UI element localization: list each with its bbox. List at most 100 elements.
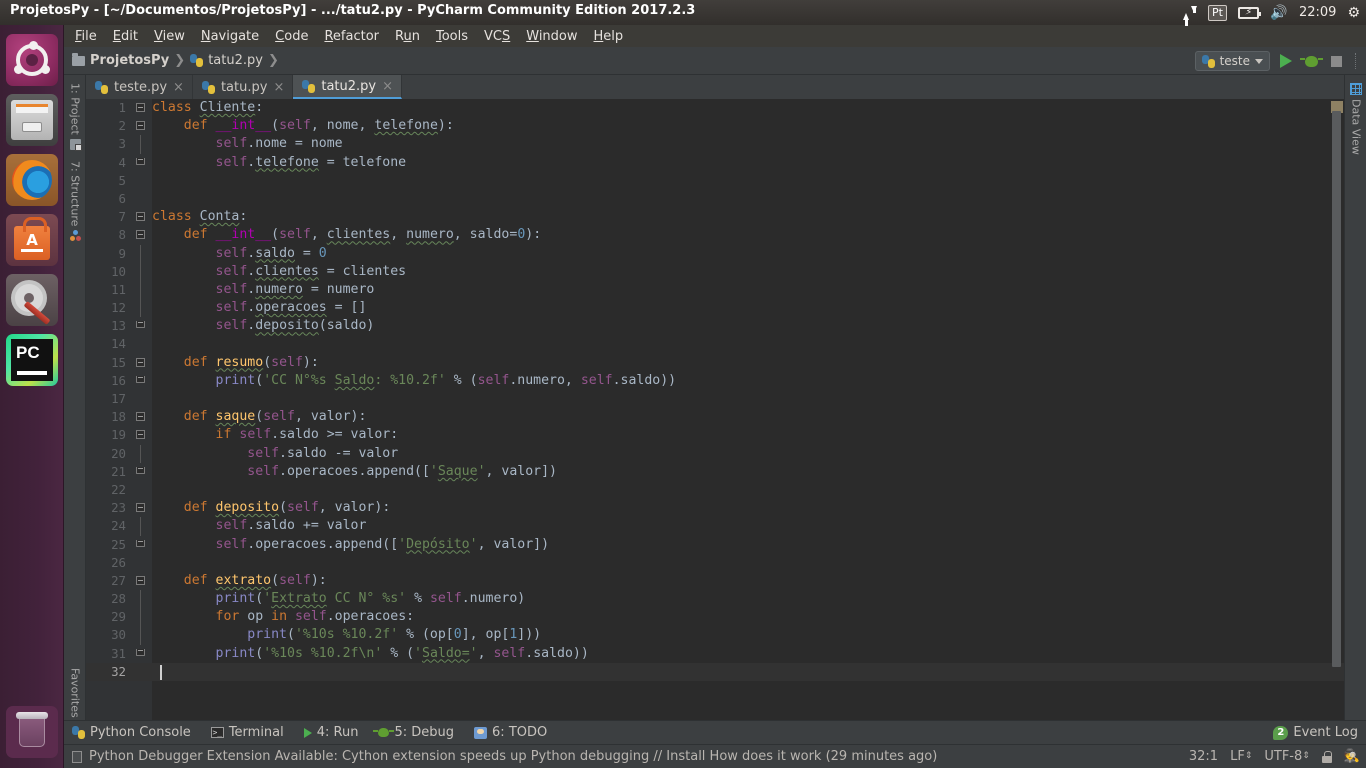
sidebar-item-structure[interactable]: 7: Structure — [64, 157, 86, 245]
clock[interactable]: 22:09 — [1299, 0, 1336, 25]
tool-button-python-console[interactable]: Python Console — [64, 725, 203, 740]
fold-marker[interactable] — [136, 212, 145, 221]
line-number: 7 — [86, 208, 126, 226]
sidebar-item-data-view[interactable]: Data View — [1345, 79, 1366, 159]
debug-button[interactable] — [1301, 51, 1321, 71]
tool-button-debug[interactable]: 5: Debug — [370, 725, 466, 740]
line-separator-selector[interactable]: LF⇕ — [1230, 749, 1252, 764]
run-icon — [304, 728, 312, 738]
code-line: 16 print('CC N°%s Saldo: %10.2f' % (self… — [86, 372, 1344, 390]
fold-marker[interactable] — [136, 412, 145, 421]
files-icon — [11, 100, 53, 140]
menu-edit[interactable]: Edit — [105, 27, 146, 46]
editor-scrollbar[interactable] — [1332, 101, 1341, 742]
hector-inspector-icon[interactable]: 🕵 — [1344, 749, 1360, 764]
project-icon — [70, 139, 81, 150]
encoding-selector[interactable]: UTF-8⇕ — [1264, 749, 1309, 764]
launcher-trash[interactable] — [6, 706, 58, 758]
tool-button-label: 5: Debug — [394, 725, 454, 740]
fold-marker[interactable] — [136, 430, 145, 439]
launcher-files[interactable] — [6, 94, 58, 146]
fold-marker-end[interactable] — [136, 376, 145, 383]
tool-tab-label: Favorites — [69, 668, 82, 718]
keyboard-layout-indicator[interactable]: Pt — [1208, 0, 1227, 25]
line-number: 19 — [86, 426, 126, 444]
terminal-icon: >_ — [211, 727, 224, 738]
tool-button-run[interactable]: 4: Run — [296, 725, 371, 740]
network-updown-icon — [1183, 6, 1197, 20]
stop-button[interactable] — [1326, 51, 1346, 71]
right-tool-strip: Data View — [1344, 75, 1366, 744]
status-right: 32:1 LF⇕ UTF-8⇕ 🕵 — [1189, 749, 1360, 764]
code-editor[interactable]: 1class Cliente: 2 def __int__(self, nome… — [86, 99, 1344, 744]
fold-marker-end[interactable] — [136, 649, 145, 656]
code-line: 11 self.numero = numero — [86, 281, 1344, 299]
menu-refactor[interactable]: Refactor — [316, 27, 387, 46]
editor-tab-label: tatu.py — [221, 80, 267, 95]
launcher-system-settings[interactable] — [6, 274, 58, 326]
battery-indicator[interactable]: ⚡ — [1238, 0, 1259, 25]
run-configuration-selector[interactable]: teste — [1195, 51, 1270, 71]
chevron-down-icon — [1255, 59, 1263, 64]
code-line: 19 if self.saldo >= valor: — [86, 426, 1344, 444]
debug-icon — [1305, 56, 1318, 67]
unlocked-icon[interactable] — [1322, 751, 1332, 763]
python-file-icon — [190, 54, 203, 67]
scrollbar-thumb[interactable] — [1332, 111, 1341, 667]
volume-indicator[interactable]: 🔊 — [1270, 0, 1288, 25]
fold-marker[interactable] — [136, 503, 145, 512]
event-log-button[interactable]: 2 Event Log — [1273, 725, 1358, 740]
menu-file[interactable]: File — [67, 27, 105, 46]
fold-marker[interactable] — [136, 103, 145, 112]
menu-navigate[interactable]: Navigate — [193, 27, 267, 46]
fold-marker-end[interactable] — [136, 467, 145, 474]
menu-window[interactable]: Window — [518, 27, 585, 46]
editor-tab-tatu2[interactable]: tatu2.py × — [293, 75, 402, 99]
caret-position[interactable]: 32:1 — [1189, 749, 1218, 764]
fold-marker[interactable] — [136, 358, 145, 367]
chevron-updown-icon: ⇕ — [1302, 752, 1310, 761]
launcher-software-center[interactable]: A — [6, 214, 58, 266]
code-line: 14 — [86, 335, 1344, 353]
code-line: 2 def __int__(self, nome, telefone): — [86, 117, 1344, 135]
editor-tab-label: tatu2.py — [321, 79, 376, 94]
python-config-icon — [1202, 55, 1215, 68]
breadcrumb-project[interactable]: ProjetosPy — [90, 53, 169, 68]
editor-tab-teste[interactable]: teste.py × — [86, 75, 193, 99]
close-icon[interactable]: × — [273, 81, 284, 94]
code-line: 6 — [86, 190, 1344, 208]
close-icon[interactable]: × — [173, 81, 184, 94]
editor-tab-tatu[interactable]: tatu.py × — [193, 75, 293, 99]
tool-button-todo[interactable]: 6: TODO — [466, 725, 559, 740]
stop-icon — [1331, 56, 1342, 67]
fold-marker[interactable] — [136, 576, 145, 585]
fold-marker-end[interactable] — [136, 321, 145, 328]
session-gear-icon[interactable]: ⚙ — [1347, 0, 1360, 25]
line-number: 3 — [86, 135, 126, 153]
launcher-pycharm[interactable]: PC — [6, 334, 58, 386]
menu-vcs[interactable]: VCS — [476, 27, 518, 46]
sidebar-item-project[interactable]: 1: Project — [64, 79, 86, 154]
fold-marker[interactable] — [136, 121, 145, 130]
tool-button-label: 6: TODO — [492, 725, 547, 740]
fold-marker-end[interactable] — [136, 540, 145, 547]
menu-help[interactable]: Help — [586, 27, 632, 46]
line-number: 28 — [86, 590, 126, 608]
menu-view[interactable]: View — [146, 27, 193, 46]
menu-run[interactable]: Run — [387, 27, 428, 46]
run-button[interactable] — [1276, 51, 1296, 71]
close-icon[interactable]: × — [382, 80, 393, 93]
network-indicator[interactable] — [1183, 0, 1197, 25]
launcher-ubuntu-dash[interactable] — [6, 34, 58, 86]
fold-marker[interactable] — [136, 230, 145, 239]
status-message-row[interactable]: Python Debugger Extension Available: Cyt… — [64, 749, 937, 764]
fold-marker-end[interactable] — [136, 158, 145, 165]
line-number: 30 — [86, 626, 126, 644]
tool-button-terminal[interactable]: >_ Terminal — [203, 725, 296, 740]
event-log-badge: 2 — [1273, 726, 1288, 740]
line-number: 8 — [86, 226, 126, 244]
launcher-firefox[interactable] — [6, 154, 58, 206]
breadcrumb-file[interactable]: tatu2.py — [208, 53, 263, 68]
menu-code[interactable]: Code — [267, 27, 316, 46]
menu-tools[interactable]: Tools — [428, 27, 476, 46]
